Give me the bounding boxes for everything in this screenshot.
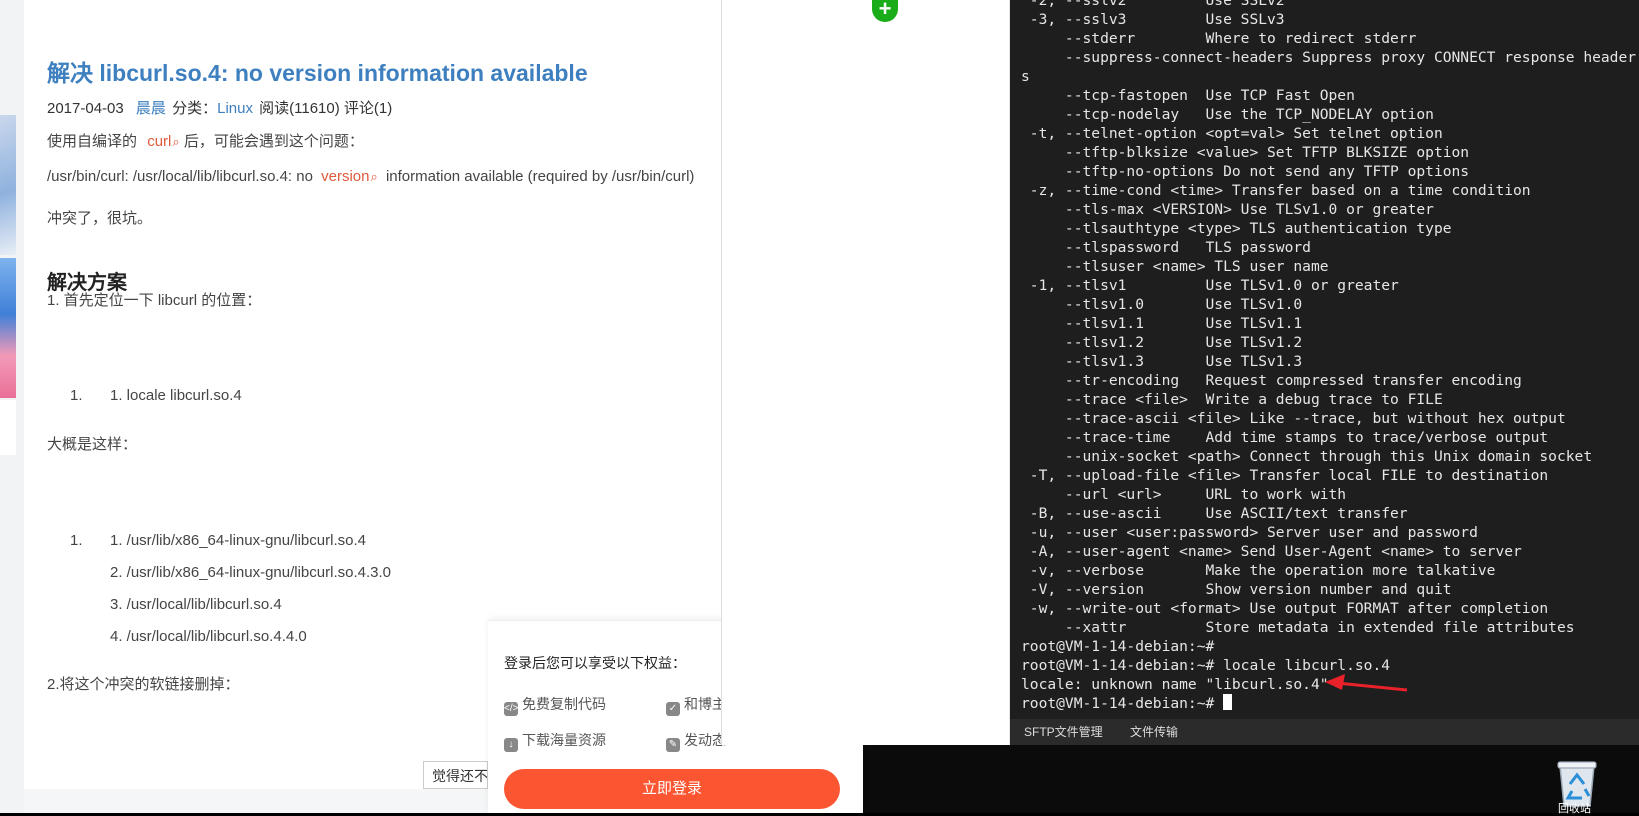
paragraph-text: 使用自编译的: [47, 133, 138, 150]
keyword-link[interactable]: version: [321, 168, 369, 185]
paragraph-text: information available (required by /usr/…: [385, 168, 695, 185]
terminal-line: -B, --use-ascii Use ASCII/text transfer: [1021, 505, 1408, 522]
terminal-line: -3, --sslv3 Use SSLv3: [1021, 11, 1285, 28]
terminal-line: --tlsuser <name> TLS user name: [1021, 258, 1329, 275]
red-arrow-annotation: [1325, 674, 1408, 692]
perk-label: 下载海量资源: [522, 732, 606, 748]
code-line: 1. /usr/lib/x86_64-linux-gnu/libcurl.so.…: [110, 532, 366, 549]
thumbnail-image[interactable]: [0, 258, 16, 398]
terminal-line: -T, --upload-file <file> Transfer local …: [1021, 467, 1549, 484]
terminal-line: --tftp-blksize <value> Set TFTP BLKSIZE …: [1021, 144, 1470, 161]
terminal-line: --tftp-no-options Do not send any TFTP o…: [1021, 163, 1470, 180]
terminal-line: --url <url> URL to work with: [1021, 486, 1347, 503]
feedback-box[interactable]: 觉得还不错: [423, 761, 488, 789]
pencil-icon: ✎: [666, 738, 680, 752]
paragraph: /usr/bin/curl: /usr/local/lib/libcurl.so…: [47, 168, 694, 185]
ssh-client-window: + -2, --sslv2 Use SSLv2 -3, --sslv3 Use …: [721, 0, 1639, 745]
terminal-line: --tcp-fastopen Use TCP Fast Open: [1021, 87, 1355, 104]
terminal-line: -v, --verbose Make the operation more ta…: [1021, 562, 1496, 579]
paragraph-text: 后，可能会遇到这个问题：: [183, 133, 364, 150]
terminal-output: -2, --sslv2 Use SSLv2 -3, --sslv3 Use SS…: [1021, 0, 1636, 713]
category-label: 分类：: [172, 100, 218, 117]
terminal-line: --tlsv1.1 Use TLSv1.1: [1021, 315, 1303, 332]
terminal-line: --tls-max <VERSION> Use TLSv1.0 or great…: [1021, 201, 1434, 218]
login-button[interactable]: 立即登录: [504, 769, 840, 809]
terminal-line: --unix-socket <path> Connect through thi…: [1021, 448, 1593, 465]
check-shield-icon: ✓: [666, 702, 680, 716]
terminal-line: --tlsauthtype <type> TLS authentication …: [1021, 220, 1452, 237]
code-line-number: 1.: [70, 387, 83, 404]
terminal-line: --xattr Store metadata in extended file …: [1021, 619, 1575, 636]
keyword-link[interactable]: curl: [147, 133, 171, 150]
perk-label: 发动态: [684, 732, 726, 748]
arrow-head: [1325, 674, 1345, 690]
paragraph-text: /usr/bin/curl: /usr/local/lib/libcurl.so…: [47, 168, 313, 185]
terminal[interactable]: -2, --sslv2 Use SSLv2 -3, --sslv3 Use SS…: [1010, 0, 1639, 719]
paragraph: 1. 首先定位一下 libcurl 的位置：: [47, 292, 262, 309]
article-stats: 阅读(11610) 评论(1): [259, 100, 393, 117]
recycle-bin-label[interactable]: 回收站: [1558, 800, 1591, 816]
terminal-tab-bar: SFTP文件管理 文件传输: [1010, 719, 1639, 745]
article-date: 2017-04-03: [47, 100, 124, 117]
terminal-line: --stderr Where to redirect stderr: [1021, 30, 1417, 47]
perk-label: 免费复制代码: [522, 696, 606, 712]
code-line-number: 1.: [70, 532, 83, 549]
paragraph: 使用自编译的 curl⌕ 后，可能会遇到这个问题：: [47, 130, 364, 151]
paragraph: 大概是这样：: [47, 436, 138, 453]
terminal-line: -A, --user-agent <name> Send User-Agent …: [1021, 543, 1522, 560]
perk-copy-code: </> 免费复制代码: [504, 694, 606, 716]
code-line: 3. /usr/local/lib/libcurl.so.4: [110, 596, 282, 613]
terminal-line: -t, --telnet-option <opt=val> Set telnet…: [1021, 125, 1443, 142]
code-line: 2. /usr/lib/x86_64-linux-gnu/libcurl.so.…: [110, 564, 391, 581]
add-session-button[interactable]: +: [872, 0, 898, 22]
arrow-shaft: [1336, 681, 1408, 692]
terminal-line: --suppress-connect-headers Suppress prox…: [1021, 49, 1637, 66]
terminal-line: --tr-encoding Request compressed transfe…: [1021, 372, 1522, 389]
tab-sftp[interactable]: SFTP文件管理: [1024, 719, 1103, 745]
terminal-line: -w, --write-out <format> Use output FORM…: [1021, 600, 1549, 617]
perk-label: 和博主: [684, 696, 726, 712]
perk-download: ↓ 下载海量资源: [504, 730, 606, 752]
terminal-line: --tlsv1.2 Use TLSv1.2: [1021, 334, 1303, 351]
article-meta: 2017-04-03 晨晨 分类：Linux 阅读(11610) 评论(1): [47, 97, 392, 118]
download-icon: ↓: [504, 738, 518, 752]
session-side-pane: +: [722, 0, 1010, 745]
thumbnail-image[interactable]: [0, 115, 16, 255]
perk-chat-blogger: ✓ 和博主: [666, 694, 726, 716]
terminal-line: -u, --user <user:password> Server user a…: [1021, 524, 1478, 541]
category-link[interactable]: Linux: [217, 100, 253, 117]
terminal-line: --tcp-nodelay Use the TCP_NODELAY option: [1021, 106, 1434, 123]
code-icon: </>: [504, 702, 519, 716]
author-link[interactable]: 晨晨: [136, 100, 166, 117]
search-icon: ⌕: [370, 169, 378, 184]
code-line: 4. /usr/local/lib/libcurl.so.4.4.0: [110, 628, 307, 645]
terminal-line: -z, --time-cond <time> Transfer based on…: [1021, 182, 1531, 199]
search-icon: ⌕: [172, 134, 180, 149]
terminal-line: s: [1021, 68, 1030, 85]
browser-left-strip: [0, 0, 24, 813]
perk-post: ✎ 发动态: [666, 730, 726, 752]
terminal-line: --tlspassword TLS password: [1021, 239, 1311, 256]
terminal-line: -2, --sslv2 Use SSLv2: [1021, 0, 1285, 9]
terminal-line: --trace-ascii <file> Like --trace, but w…: [1021, 410, 1566, 427]
paragraph: 2.将这个冲突的软链接删掉：: [47, 676, 240, 693]
terminal-line: --tlsv1.0 Use TLSv1.0: [1021, 296, 1303, 313]
login-heading: 登录后您可以享受以下权益：: [504, 655, 686, 671]
terminal-line: -V, --version Show version number and qu…: [1021, 581, 1452, 598]
article-title[interactable]: 解决 libcurl.so.4: no version information …: [47, 54, 588, 88]
terminal-line: --trace-time Add time stamps to trace/ve…: [1021, 429, 1549, 446]
desktop: 解决 libcurl.so.4: no version information …: [0, 0, 1639, 816]
thumbnail-blank: [0, 400, 16, 455]
code-line: 1. locale libcurl.so.4: [110, 387, 242, 404]
terminal-cursor: [1223, 694, 1233, 710]
tab-file-transfer[interactable]: 文件传输: [1130, 719, 1178, 745]
terminal-line: --tlsv1.3 Use TLSv1.3: [1021, 353, 1303, 370]
terminal-line: --trace <file> Write a debug trace to FI…: [1021, 391, 1443, 408]
paragraph: 冲突了，很坑。: [47, 210, 153, 227]
terminal-line: -1, --tlsv1 Use TLSv1.0 or greater: [1021, 277, 1399, 294]
terminal-line: root@VM-1-14-debian:~#: [1021, 638, 1215, 655]
